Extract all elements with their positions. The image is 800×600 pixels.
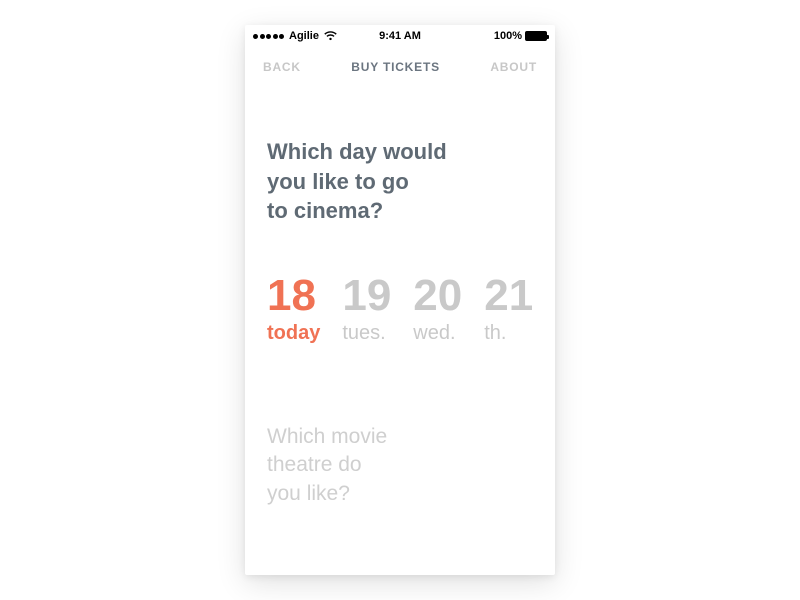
question-theatre-line: theatre do (267, 451, 533, 479)
day-label: tues. (342, 322, 385, 345)
day-picker[interactable]: 18 today 19 tues. 20 wed. 21 th. (267, 274, 533, 345)
about-button[interactable]: ABOUT (490, 60, 537, 74)
status-time: 9:41 AM (379, 30, 421, 42)
day-label: today (267, 322, 320, 345)
status-right: 100% (494, 30, 547, 42)
page-title: BUY TICKETS (351, 60, 440, 74)
question-day-line: you like to go (267, 167, 533, 197)
day-label: wed. (413, 322, 455, 345)
day-option-today[interactable]: 18 today (267, 274, 320, 345)
day-label: th. (484, 322, 506, 345)
day-option[interactable]: 21 th. (484, 274, 533, 345)
status-left: Agilie (253, 30, 337, 42)
day-option[interactable]: 20 wed. (413, 274, 462, 345)
carrier-label: Agilie (289, 30, 319, 42)
nav-bar: BACK BUY TICKETS ABOUT (245, 47, 555, 87)
battery-icon (525, 31, 547, 41)
day-number: 20 (413, 274, 462, 318)
question-theatre-line: you like? (267, 480, 533, 508)
question-theatre: Which movie theatre do you like? (267, 423, 533, 508)
day-number: 19 (342, 274, 391, 318)
day-number: 21 (484, 274, 533, 318)
question-day-line: Which day would (267, 137, 533, 167)
status-bar: Agilie 9:41 AM 100% (245, 25, 555, 47)
question-day-line: to cinema? (267, 196, 533, 226)
day-option[interactable]: 19 tues. (342, 274, 391, 345)
signal-dots-icon (253, 34, 284, 39)
phone-frame: Agilie 9:41 AM 100% BACK BUY TICKETS ABO… (245, 25, 555, 575)
day-number: 18 (267, 274, 316, 318)
content: Which day would you like to go to cinema… (245, 87, 555, 508)
question-theatre-line: Which movie (267, 423, 533, 451)
question-day: Which day would you like to go to cinema… (267, 137, 533, 226)
battery-percent: 100% (494, 30, 522, 42)
wifi-icon (324, 31, 337, 41)
back-button[interactable]: BACK (263, 60, 301, 74)
